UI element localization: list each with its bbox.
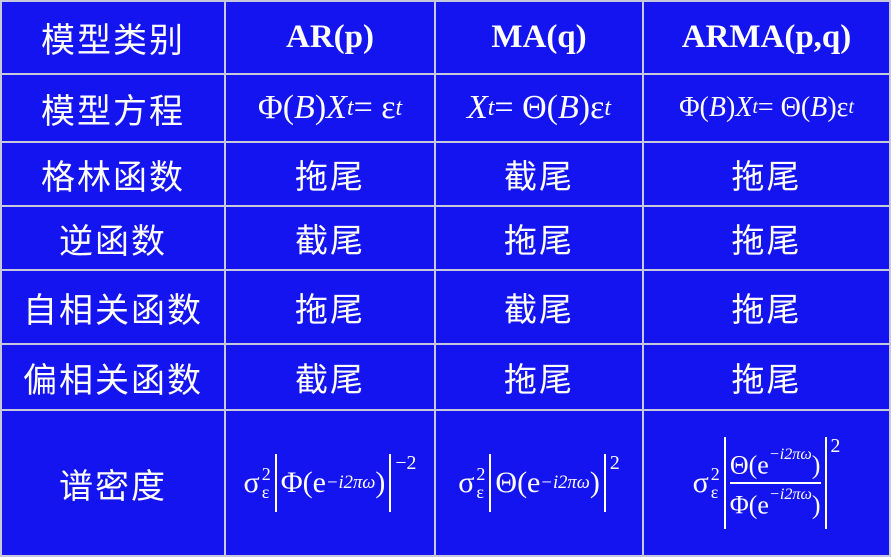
header-corner: 模型类别 — [0, 0, 226, 75]
model-comparison-table: 模型类别 AR(p) MA(q) ARMA(p,q) 模型方程 Φ(B) Xt =… — [0, 0, 891, 557]
arma-green-function: 拖尾 — [642, 141, 891, 207]
arma-partial-autocorrelation: 拖尾 — [642, 343, 891, 411]
ar-autocorrelation: 拖尾 — [224, 269, 436, 345]
ma-inverse-function: 拖尾 — [434, 205, 644, 271]
row-label-autocorrelation: 自相关函数 — [0, 269, 226, 345]
header-ma: MA(q) — [434, 0, 644, 75]
ma-partial-autocorrelation: 拖尾 — [434, 343, 644, 411]
arma-spectral-density: σ2ε Θ(e−i2πω) Φ(e−i2πω) 2 — [642, 409, 891, 557]
row-label-inverse-function: 逆函数 — [0, 205, 226, 271]
ar-inverse-function: 截尾 — [224, 205, 436, 271]
header-ar-label: AR(p) — [286, 19, 374, 55]
header-arma: ARMA(p,q) — [642, 0, 891, 75]
row-label-equation: 模型方程 — [0, 73, 226, 143]
ma-equation: Xt = Θ(B)ε t — [434, 73, 644, 143]
header-arma-label: ARMA(p,q) — [681, 19, 852, 55]
row-label-green-function: 格林函数 — [0, 141, 226, 207]
ar-spectral-density: σ2ε Φ(e −i2πω) −2 — [224, 409, 436, 557]
ar-green-function: 拖尾 — [224, 141, 436, 207]
row-label-spectral-density: 谱密度 — [0, 409, 226, 557]
arma-inverse-function: 拖尾 — [642, 205, 891, 271]
arma-autocorrelation: 拖尾 — [642, 269, 891, 345]
header-ma-label: MA(q) — [491, 19, 587, 55]
ma-green-function: 截尾 — [434, 141, 644, 207]
ar-equation: Φ(B) Xt = εt — [224, 73, 436, 143]
arma-equation: Φ(B) Xt = Θ(B)ε t — [642, 73, 891, 143]
ma-autocorrelation: 截尾 — [434, 269, 644, 345]
row-label-partial-autocorrelation: 偏相关函数 — [0, 343, 226, 411]
header-ar: AR(p) — [224, 0, 436, 75]
ar-partial-autocorrelation: 截尾 — [224, 343, 436, 411]
ma-spectral-density: σ2ε Θ(e −i2πω) 2 — [434, 409, 644, 557]
